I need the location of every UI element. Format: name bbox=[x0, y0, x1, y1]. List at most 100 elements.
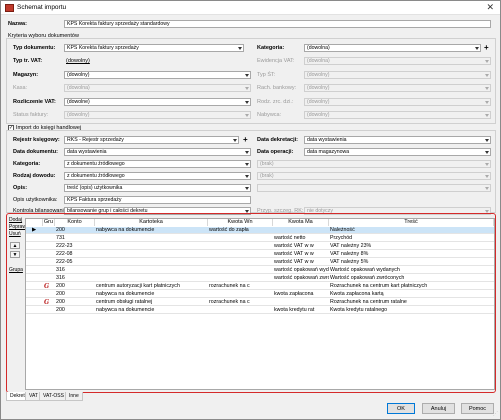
rodzaj-dowodu-select[interactable]: z dokumentu źródłowego bbox=[64, 172, 251, 180]
import-kategoria-select[interactable]: z dokumentu źródłowego bbox=[64, 160, 251, 168]
kategoria-label: Kategoria: bbox=[257, 45, 285, 51]
table-row[interactable]: G 200 centrum autoryzacji kart płatniczych… bbox=[26, 283, 494, 290]
table-row[interactable]: 200 nabywca na dokumencie kwota kredytu ra… bbox=[26, 307, 494, 314]
column-header-kwota-ma[interactable]: Kwota Ma bbox=[273, 219, 329, 226]
data-dokumentu-select[interactable]: data wystawienia bbox=[64, 148, 251, 156]
table-row[interactable]: 222-08 wartość VAT w w VAT należny 8% bbox=[26, 251, 494, 258]
nazwa-input[interactable]: KPS Korekta faktury sprzedaży standardow… bbox=[64, 20, 491, 28]
typ-st-select: (dowolny) bbox=[304, 71, 491, 79]
magazyn-select[interactable]: (dowolny) bbox=[64, 71, 251, 79]
grupa-link[interactable]: Grupa bbox=[9, 267, 23, 273]
column-header-tresc[interactable]: Treść bbox=[329, 219, 494, 226]
table-cell-konto: 200 bbox=[56, 227, 65, 233]
data-dekretacji-value: data wystawienia bbox=[307, 137, 347, 143]
kasa-label: Kasa: bbox=[13, 85, 28, 91]
close-icon[interactable]: ✕ bbox=[486, 2, 494, 13]
tab-inne[interactable]: Inne bbox=[65, 392, 83, 401]
table-cell-ma: wartość netto bbox=[274, 235, 306, 241]
move-up-button[interactable]: ▲ bbox=[10, 242, 20, 249]
dropdown-arrow-icon[interactable] bbox=[245, 74, 249, 77]
dropdown-arrow-icon bbox=[485, 60, 489, 63]
rodz-zrc-dzi-select: (dowolny) bbox=[304, 98, 491, 106]
table-cell-konto: 200 bbox=[56, 307, 65, 313]
rejestr-ksiegowy-label: Rejestr księgowy: bbox=[13, 137, 60, 143]
opis-uzytkownika-input[interactable]: KPS Faktura sprzedaży bbox=[64, 196, 251, 204]
dropdown-arrow-icon bbox=[485, 74, 489, 77]
tab-vat-oss[interactable]: VAT-OSS bbox=[39, 392, 68, 401]
opis-select[interactable]: treść (opis) użytkownika bbox=[64, 184, 251, 192]
table-row[interactable]: ▶ 200 nabywca na dokumencie wartość do zapł… bbox=[26, 227, 494, 234]
add-kategoria-icon[interactable]: + bbox=[484, 44, 489, 52]
title-bar: Schemat importu ✕ bbox=[1, 1, 500, 15]
table-cell-tresc: VAT należny 5% bbox=[330, 259, 369, 265]
pomoc-button[interactable]: Pomoc bbox=[461, 403, 494, 414]
dropdown-arrow-icon[interactable] bbox=[475, 47, 479, 50]
status-faktury-label: Status faktury: bbox=[13, 112, 49, 118]
kategoria-select[interactable]: (dowolna) bbox=[304, 44, 481, 52]
table-cell-ma: wartość opakowań zwróconych bbox=[274, 275, 329, 281]
table-row[interactable]: G 200 centrum obsługi ratalnej rozrachunek … bbox=[26, 299, 494, 306]
data-operacji-select[interactable]: data magazynowa bbox=[304, 148, 491, 156]
typ-dokumentu-value: KPS Korekta faktury sprzedaży bbox=[67, 45, 139, 51]
data-dekretacji-select[interactable]: data wystawienia bbox=[304, 136, 491, 144]
column-header-kwota-wn[interactable]: Kwota Wn bbox=[208, 219, 273, 226]
usun-link[interactable]: Usuń bbox=[9, 231, 21, 237]
table-cell-ma: kwota zapłacona bbox=[274, 291, 314, 297]
rach-bankowy-value: (dowolny) bbox=[307, 85, 330, 91]
column-header-konto[interactable]: Konto bbox=[55, 219, 95, 226]
table-row[interactable]: 222-23 wartość VAT w w VAT należny 23% bbox=[26, 243, 494, 250]
table-cell-konto: 222-05 bbox=[56, 259, 73, 265]
import-kategoria-right-value: (brak) bbox=[260, 161, 274, 167]
ok-button[interactable]: OK bbox=[387, 403, 415, 414]
rejestr-ksiegowy-select[interactable]: RKS - Rejestr sprzedaży bbox=[64, 136, 239, 144]
table-cell-tresc: Kwota kredytu ratalnego bbox=[330, 307, 388, 313]
import-kategoria-right-select: (brak) bbox=[257, 160, 491, 168]
dropdown-arrow-icon[interactable] bbox=[245, 187, 249, 190]
column-header-kartoteka[interactable]: Kartoteka bbox=[95, 219, 208, 226]
dropdown-arrow-icon[interactable] bbox=[245, 163, 249, 166]
data-dokumentu-label: Data dokumentu: bbox=[13, 149, 58, 155]
rejestr-ksiegowy-value: RKS - Rejestr sprzedaży bbox=[67, 137, 124, 143]
dropdown-arrow-icon bbox=[485, 175, 489, 178]
dropdown-arrow-icon[interactable] bbox=[245, 151, 249, 154]
resize-grip-icon[interactable]: ⋰ bbox=[493, 411, 498, 417]
rozliczenie-vat-select[interactable]: (dowolne) bbox=[64, 98, 251, 106]
dropdown-arrow-icon[interactable] bbox=[485, 151, 489, 154]
typ-dokumentu-select[interactable]: KPS Korekta faktury sprzedaży bbox=[64, 44, 244, 52]
rodzaj-dowodu-label: Rodzaj dowodu: bbox=[13, 173, 56, 179]
dropdown-arrow-icon[interactable] bbox=[245, 101, 249, 104]
column-header-gru[interactable]: Gru bbox=[43, 219, 55, 226]
table-cell-ma: kwota kredytu rat bbox=[274, 307, 315, 313]
dropdown-arrow-icon[interactable] bbox=[238, 47, 242, 50]
dekret-grid-panel: Dodaj Popraw Usuń ▲ ▼ Grupa Gru Konto Ka… bbox=[6, 213, 496, 393]
magazyn-value: (dowolny) bbox=[67, 72, 90, 78]
table-cell-konto: 222-23 bbox=[56, 243, 73, 249]
opis-label: Opis: bbox=[13, 185, 28, 191]
table-cell-wn: rozrachunek na c bbox=[209, 283, 250, 289]
ewidencja-vat-value: (dowolna) bbox=[307, 58, 330, 64]
table-cell-tresc: VAT należny 23% bbox=[330, 243, 372, 249]
dialog-window: Schemat importu ✕ Nazwa: KPS Korekta fak… bbox=[0, 0, 501, 420]
table-cell-konto: 731 bbox=[56, 235, 65, 241]
data-dokumentu-value: data wystawienia bbox=[67, 149, 107, 155]
rach-bankowy-select: (dowolny) bbox=[304, 84, 491, 92]
table-row[interactable]: 731 wartość netto Przychód bbox=[26, 235, 494, 242]
dropdown-arrow-icon[interactable] bbox=[233, 139, 237, 142]
typ-tr-vat-link[interactable]: (dowolny) bbox=[66, 58, 90, 64]
add-rejestr-icon[interactable]: + bbox=[243, 136, 248, 144]
anuluj-button[interactable]: Anuluj bbox=[422, 403, 455, 414]
dekret-table: Gru Konto Kartoteka Kwota Wn Kwota Ma Tr… bbox=[25, 218, 495, 390]
table-cell-tresc: VAT należny 8% bbox=[330, 251, 369, 257]
move-down-button[interactable]: ▼ bbox=[10, 251, 20, 258]
dropdown-arrow-icon[interactable] bbox=[245, 175, 249, 178]
table-row[interactable]: 200 nabywca na dokumencie kwota zapłacona K… bbox=[26, 291, 494, 298]
table-row[interactable]: 316 wartość opakowań wydanychWartość opak… bbox=[26, 267, 494, 274]
window-title: Schemat importu bbox=[17, 4, 67, 11]
table-row[interactable]: 222-05 wartość VAT w w VAT należny 5% bbox=[26, 259, 494, 266]
dropdown-arrow-icon[interactable] bbox=[485, 139, 489, 142]
data-operacji-label: Data operacji: bbox=[257, 149, 294, 155]
table-row[interactable]: 316 wartość opakowań zwróconychWartość op… bbox=[26, 275, 494, 282]
table-cell-konto: 200 bbox=[56, 283, 65, 289]
dodaj-link[interactable]: Dodaj bbox=[9, 217, 22, 223]
popraw-link[interactable]: Popraw bbox=[9, 224, 26, 230]
